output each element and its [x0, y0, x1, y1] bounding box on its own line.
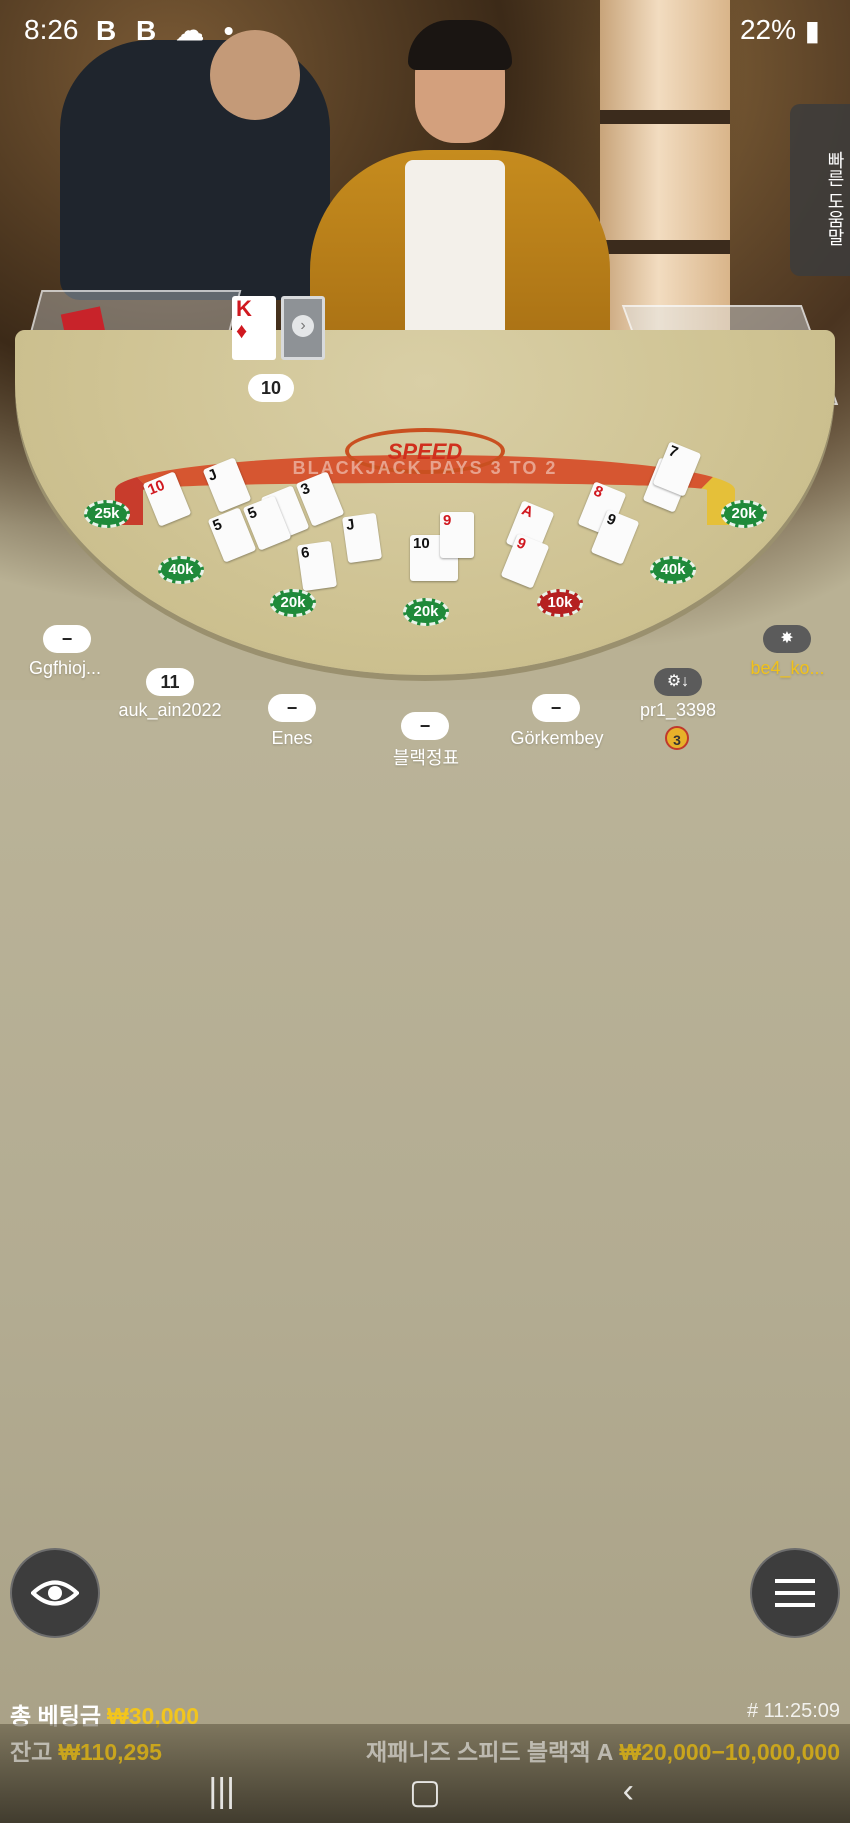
- bet-chip: 20k: [403, 598, 449, 626]
- quick-help-tab[interactable]: 빠른 도움말: [790, 104, 850, 276]
- player-name: 블랙정표: [392, 748, 460, 768]
- status-bar: 8:26 B B ☁ • 22% ▮: [0, 0, 850, 62]
- hamburger-menu-icon: [775, 1579, 815, 1607]
- bet-chip: 10k: [537, 589, 583, 617]
- dealer-up-card: K ♦: [232, 296, 276, 360]
- battery-percent: 22%: [739, 14, 796, 45]
- seat-badge[interactable]: −: [532, 694, 580, 722]
- back-button[interactable]: ‹: [588, 1772, 668, 1811]
- seat-badge[interactable]: −: [268, 694, 316, 722]
- bet-chip: 20k: [270, 589, 316, 617]
- shuffler-person: [60, 30, 330, 300]
- round-id: # 11:25:09: [746, 1700, 840, 1722]
- player-name: Görkembey: [510, 728, 604, 748]
- eye-icon: [31, 1580, 79, 1606]
- medal-icon: 3: [665, 726, 689, 750]
- bet-chip: 25k: [84, 500, 130, 528]
- player-name-highlight: be4_ko...: [750, 658, 825, 678]
- battery-icon: ▮: [804, 15, 826, 46]
- menu-button[interactable]: [750, 1548, 840, 1638]
- bet-chip: 20k: [721, 500, 767, 528]
- dealer-card-suit: ♦: [236, 318, 248, 343]
- dealer-card-rank: K: [236, 296, 252, 321]
- seat-status-icon: ⚙↓: [654, 668, 702, 696]
- seat-badge[interactable]: −: [43, 625, 91, 653]
- table-card: J: [341, 512, 383, 564]
- hole-card-icon: ›: [292, 315, 314, 337]
- status-time: 8:26: [24, 14, 79, 45]
- view-toggle-button[interactable]: [10, 1548, 100, 1638]
- dealer-score: 10: [248, 374, 294, 402]
- home-button[interactable]: ▢: [385, 1772, 465, 1812]
- table-card: 9: [440, 512, 474, 558]
- player-name: auk_ain2022: [118, 700, 222, 720]
- seat-status-icon: ✸: [763, 625, 811, 653]
- bet-chip: 40k: [650, 556, 696, 584]
- bet-chip: 40k: [158, 556, 204, 584]
- system-nav-bar: ||| ▢ ‹: [0, 1760, 850, 1823]
- player-name: pr1_3398: [639, 700, 717, 720]
- status-app-icons: B B ☁ •: [96, 15, 240, 46]
- seat-score: 11: [146, 668, 194, 696]
- table-tagline: BLACKJACK PAYS 3 TO 2: [292, 458, 558, 478]
- dealer-hole-card: ›: [281, 296, 325, 360]
- recent-apps-button[interactable]: |||: [182, 1772, 262, 1811]
- player-name: Enes: [271, 728, 313, 748]
- seat-badge[interactable]: −: [401, 712, 449, 740]
- table-card: 6: [296, 540, 338, 592]
- player-name: Ggfhioj...: [28, 658, 102, 678]
